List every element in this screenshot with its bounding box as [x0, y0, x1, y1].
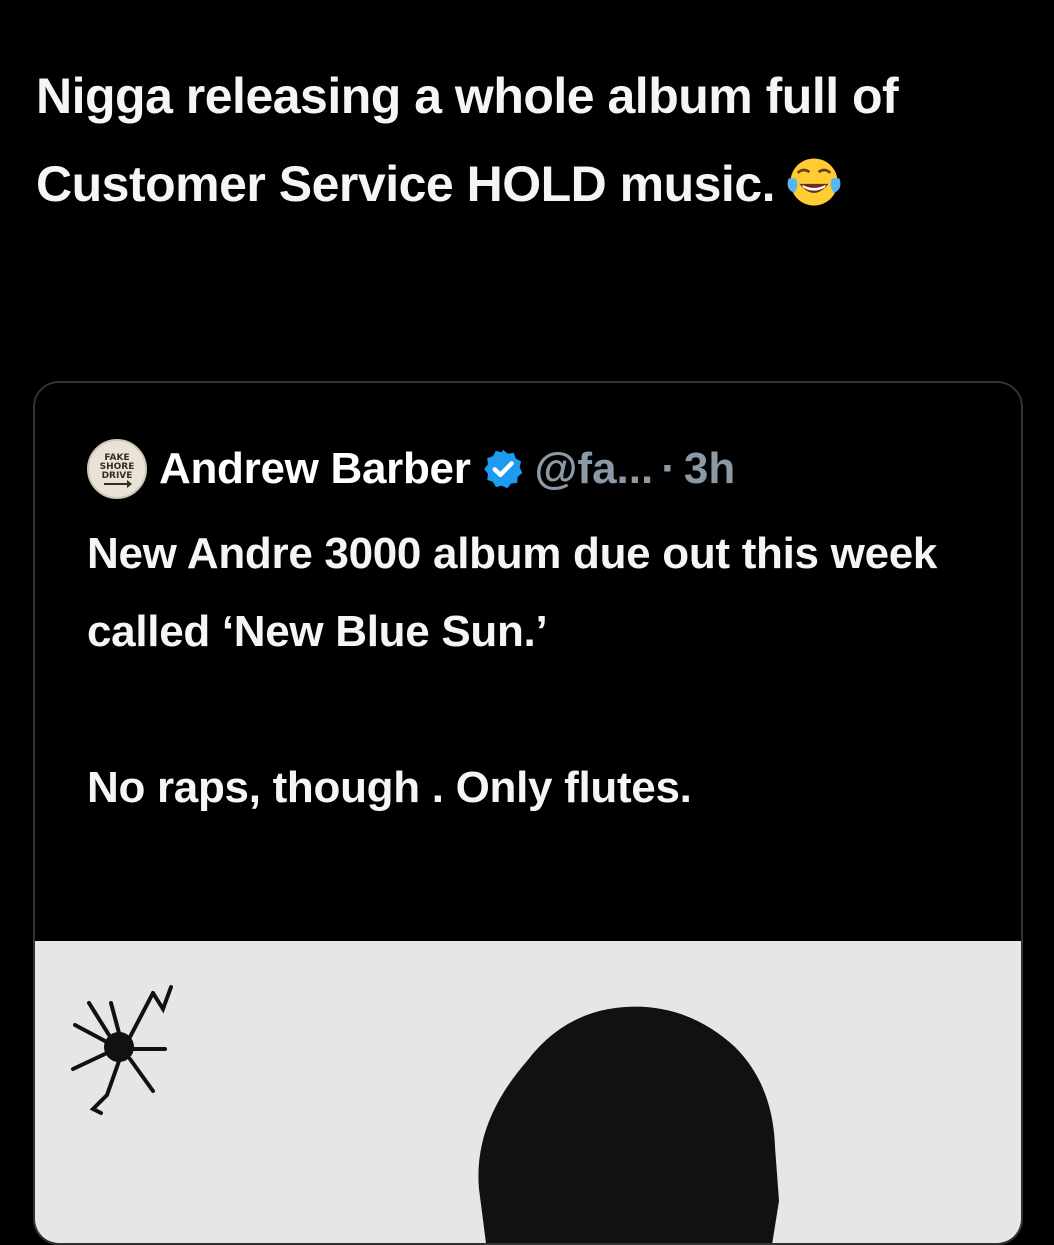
post-text: Nigga releasing a whole album full of Cu…: [36, 52, 1026, 228]
silhouette-head: [478, 1006, 779, 1243]
verified-badge-icon: [483, 449, 522, 489]
quoted-post-header: FAKE SHORE DRIVE Andrew Barber @fa... · …: [87, 435, 735, 503]
avatar[interactable]: FAKE SHORE DRIVE: [87, 439, 147, 499]
album-cover-image[interactable]: [35, 941, 1021, 1243]
face-with-tears-of-joy-icon: [787, 158, 841, 206]
author-name[interactable]: Andrew Barber: [159, 444, 471, 494]
post-text-content: Nigga releasing a whole album full of Cu…: [36, 68, 899, 212]
author-handle[interactable]: @fa...: [535, 444, 654, 494]
sun-burst-icon: [71, 985, 173, 1115]
post-timestamp[interactable]: 3h: [684, 444, 735, 494]
album-cover-illustration: [71, 985, 779, 1243]
separator-dot: ·: [661, 444, 676, 493]
quoted-post-text: New Andre 3000 album due out this week c…: [87, 529, 938, 812]
arrow-right-icon: [104, 479, 132, 488]
quoted-post-card[interactable]: FAKE SHORE DRIVE Andrew Barber @fa... · …: [33, 381, 1023, 1245]
